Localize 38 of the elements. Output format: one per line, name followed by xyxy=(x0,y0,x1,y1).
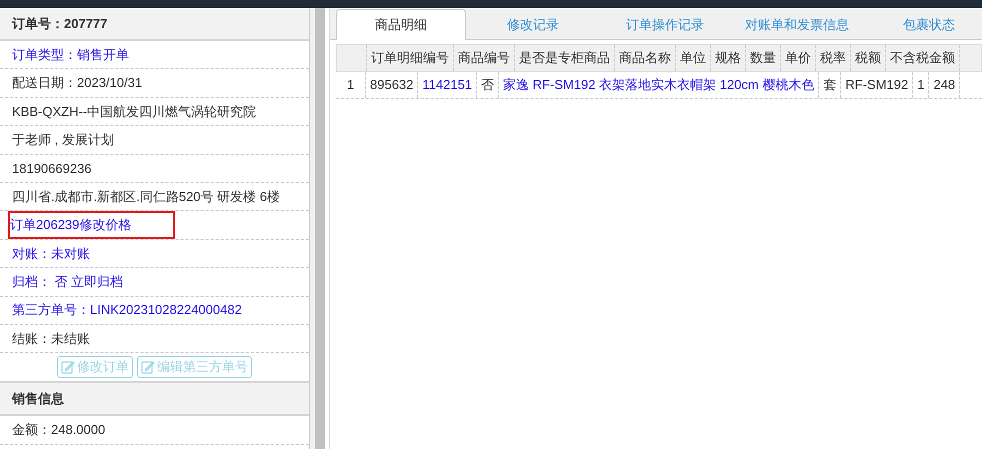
tab[interactable]: 商品明细 xyxy=(336,9,466,40)
pencil-icon xyxy=(61,360,75,374)
table-cell: 1 xyxy=(913,72,930,98)
table-link[interactable]: 家逸 RF-SM192 衣架落地实木衣帽架 120cm 樱桃木色 xyxy=(499,72,820,98)
info-text: 金额：248.0000 xyxy=(12,421,106,440)
column-header[interactable]: 商品编号 xyxy=(454,45,515,71)
column-header[interactable]: 单价 xyxy=(781,45,816,71)
row-number: 1 xyxy=(336,72,366,98)
info-text: 18190669236 xyxy=(12,160,92,178)
info-text: 于老师 , 发展计划 xyxy=(12,131,114,150)
order-number-title: 订单号：207777 xyxy=(12,14,108,33)
column-header[interactable]: 规格 xyxy=(711,45,746,71)
table-link[interactable]: 1142151 xyxy=(418,72,478,98)
info-link[interactable]: 订单类型：销售开单 xyxy=(12,44,129,66)
column-header[interactable]: 税额 xyxy=(851,45,886,71)
column-header[interactable]: 数量 xyxy=(746,45,781,71)
column-header[interactable]: 税率 xyxy=(816,45,851,71)
info-text: 结账：未结账 xyxy=(12,330,90,348)
info-text: KBB-QXZH--中国航发四川燃气涡轮研究院 xyxy=(12,102,256,121)
info-link[interactable]: 第三方单号：LINK20231028224000482 xyxy=(12,299,242,321)
info-text: 四川省.成都市.新都区.同仁路520号 研发楼 6楼 xyxy=(12,188,280,206)
column-header[interactable]: 订单明细编号 xyxy=(367,45,454,71)
info-link[interactable]: 订单206239修改价格 xyxy=(10,213,174,237)
info-text: 配送日期：2023/10/31 xyxy=(12,74,142,92)
column-header[interactable]: 是否是专柜商品 xyxy=(515,45,615,71)
table-cell: 248 xyxy=(929,72,960,98)
column-header[interactable]: 单位 xyxy=(676,45,711,71)
info-link[interactable]: 对账：未对账 xyxy=(12,242,90,264)
table-cell: 否 xyxy=(477,72,500,98)
table-cell: 套 xyxy=(819,72,842,98)
section-title: 销售信息 xyxy=(12,390,64,408)
info-link[interactable]: 归档： 否 立即归档 xyxy=(12,271,124,293)
table-cell: 895632 xyxy=(366,72,418,98)
table-cell: RF-SM192 xyxy=(841,72,914,98)
scrollbar[interactable] xyxy=(310,8,325,449)
column-header[interactable]: 商品名称 xyxy=(615,45,676,71)
pencil-icon xyxy=(141,360,155,374)
column-header[interactable]: 不含税金额 xyxy=(886,45,960,71)
